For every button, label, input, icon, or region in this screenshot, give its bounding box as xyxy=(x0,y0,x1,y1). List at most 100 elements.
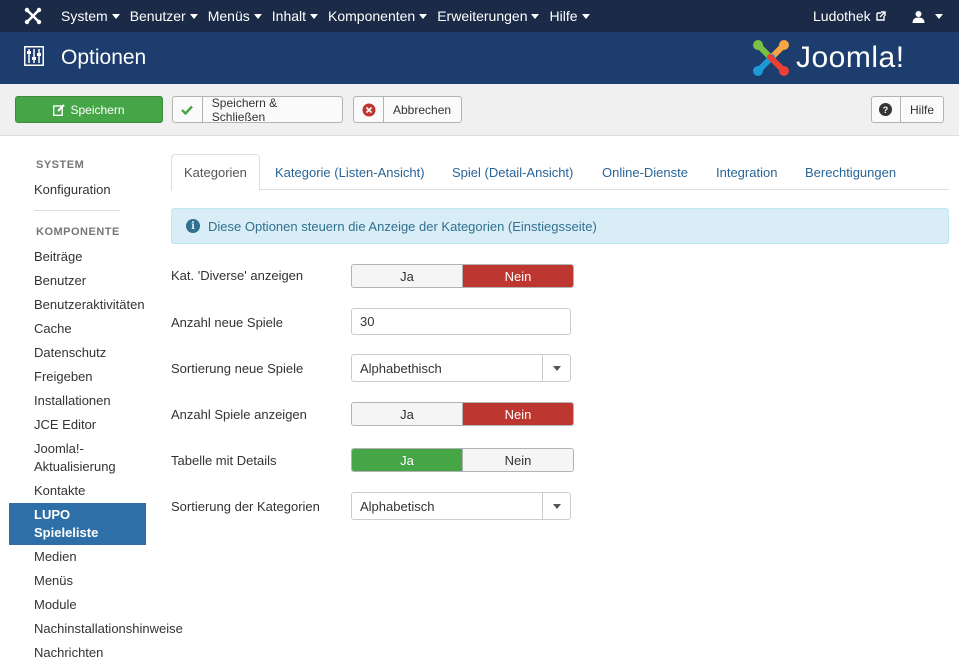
sidebar-item-menus[interactable]: Menüs xyxy=(34,572,73,590)
page-title: Optionen xyxy=(61,46,147,69)
field-label-new-games-count: Anzahl neue Spiele xyxy=(171,315,284,330)
menu-label: Hilfe xyxy=(549,8,578,24)
tab-online-services[interactable]: Online-Dienste xyxy=(590,154,700,190)
top-navbar: System Benutzer Menüs Inhalt Komponenten… xyxy=(0,0,959,32)
sidebar-item-user-actions[interactable]: Benutzeraktivitäten xyxy=(34,296,145,314)
main-menu: System Benutzer Menüs Inhalt Komponenten… xyxy=(61,0,600,32)
show-diverse-toggle: Ja Nein xyxy=(351,264,574,288)
sidebar-item-label: Aktualisierung xyxy=(34,459,116,474)
new-games-count-input[interactable]: 30 xyxy=(351,308,571,335)
toggle-no[interactable]: Nein xyxy=(462,403,573,425)
save-button[interactable]: Speichern xyxy=(15,96,163,123)
chevron-down-icon xyxy=(542,493,570,519)
menu-label: Komponenten xyxy=(328,8,416,24)
sidebar-item-cache[interactable]: Cache xyxy=(34,320,72,338)
check-icon xyxy=(173,97,203,122)
user-menu[interactable] xyxy=(912,0,943,32)
sidebar-item-label: LUPO xyxy=(34,507,71,522)
menu-extensions[interactable]: Erweiterungen xyxy=(437,8,540,24)
toggle-no[interactable]: Nein xyxy=(462,265,573,287)
save-close-label: Speichern & Schließen xyxy=(211,95,278,124)
toggle-yes[interactable]: Ja xyxy=(352,265,462,287)
sidebar-item-label: Spieleliste xyxy=(34,525,99,540)
sidebar-item-joomla-update[interactable]: Joomla!- Aktualisierung xyxy=(34,440,116,476)
sidebar-item-label: Joomla!- xyxy=(34,441,84,456)
menu-components[interactable]: Komponenten xyxy=(328,8,428,24)
field-label-table-details: Tabelle mit Details xyxy=(171,453,277,468)
sidebar-item-articles[interactable]: Beiträge xyxy=(34,248,82,266)
external-link-icon xyxy=(875,11,886,21)
toggle-yes[interactable]: Ja xyxy=(352,449,462,471)
sidebar-item-privacy[interactable]: Datenschutz xyxy=(34,344,106,362)
sidebar-item-configuration[interactable]: Konfiguration xyxy=(34,181,111,199)
sidebar-heading-component: KOMPONENTE xyxy=(36,226,120,238)
tab-category-list-view[interactable]: Kategorie (Listen-Ansicht) xyxy=(263,154,437,190)
caret-down-icon xyxy=(419,13,428,19)
sidebar-item-postinstall[interactable]: Nachinstallationshinweise xyxy=(34,620,183,638)
toolbar: Speichern Speichern & Schließen Abbreche… xyxy=(0,84,959,136)
menu-system[interactable]: System xyxy=(61,8,120,24)
tab-integration[interactable]: Integration xyxy=(704,154,789,190)
cancel-button[interactable]: Abbrechen xyxy=(353,96,462,123)
chevron-down-icon xyxy=(542,355,570,381)
menu-label: Menüs xyxy=(207,8,250,24)
brand-text: Joomla! xyxy=(796,41,905,74)
sidebar-item-lupo-spieleliste[interactable]: LUPO Spieleliste xyxy=(9,503,146,545)
page-header: Optionen Joomla! xyxy=(0,32,959,84)
sidebar-item-messages[interactable]: Nachrichten xyxy=(34,644,103,662)
site-link[interactable]: Ludothek xyxy=(813,0,886,32)
menu-label: Inhalt xyxy=(271,8,307,24)
sidebar-item-jce-editor[interactable]: JCE Editor xyxy=(34,416,96,434)
caret-down-icon xyxy=(189,13,198,19)
joomla-brand-logo: Joomla! xyxy=(752,39,905,77)
tab-game-detail-view[interactable]: Spiel (Detail-Ansicht) xyxy=(440,154,585,190)
cancel-label: Abbrechen xyxy=(393,102,452,117)
caret-down-icon xyxy=(310,13,319,19)
options-sliders-icon xyxy=(24,46,44,66)
select-value: Alphabethisch xyxy=(360,360,442,376)
sidebar-item-modules[interactable]: Module xyxy=(34,596,77,614)
field-label-show-game-count: Anzahl Spiele anzeigen xyxy=(171,407,307,422)
menu-users[interactable]: Benutzer xyxy=(130,8,198,24)
info-icon: i xyxy=(186,219,200,233)
field-label-category-sort: Sortierung der Kategorien xyxy=(171,499,320,514)
user-icon xyxy=(912,10,925,23)
info-alert: i Diese Optionen steuern die Anzeige der… xyxy=(171,208,949,244)
tab-permissions[interactable]: Berechtigungen xyxy=(793,154,908,190)
toggle-yes[interactable]: Ja xyxy=(352,403,462,425)
sidebar-item-media[interactable]: Medien xyxy=(34,548,77,566)
menu-menus[interactable]: Menüs xyxy=(208,8,262,24)
caret-down-icon xyxy=(111,13,120,19)
site-name: Ludothek xyxy=(813,8,871,24)
alert-text: Diese Optionen steuern die Anzeige der K… xyxy=(208,218,597,234)
menu-help[interactable]: Hilfe xyxy=(549,8,590,24)
sidebar-item-checkin[interactable]: Freigeben xyxy=(34,368,93,386)
tab-categories[interactable]: Kategorien xyxy=(171,154,260,191)
help-label: Hilfe xyxy=(909,102,934,117)
joomla-logo-icon[interactable] xyxy=(24,7,42,25)
category-sort-select[interactable]: Alphabetisch xyxy=(351,492,571,520)
caret-down-icon xyxy=(253,13,262,19)
sidebar-heading-system: SYSTEM xyxy=(36,159,85,171)
caret-down-icon xyxy=(581,13,590,19)
sidebar-item-contacts[interactable]: Kontakte xyxy=(34,482,85,500)
new-games-sort-select[interactable]: Alphabethisch xyxy=(351,354,571,382)
sidebar-item-users[interactable]: Benutzer xyxy=(34,272,86,290)
caret-down-icon xyxy=(531,13,540,19)
menu-label: Benutzer xyxy=(129,8,186,24)
cancel-circle-icon xyxy=(354,97,384,122)
caret-down-icon xyxy=(935,13,943,19)
menu-content[interactable]: Inhalt xyxy=(271,8,319,24)
menu-label: Erweiterungen xyxy=(437,8,528,24)
select-value: Alphabetisch xyxy=(360,498,435,514)
sidebar-item-installer[interactable]: Installationen xyxy=(34,392,111,410)
field-label-show-diverse: Kat. 'Diverse' anzeigen xyxy=(171,268,304,283)
help-button[interactable]: ? Hilfe xyxy=(871,96,944,123)
table-details-toggle: Ja Nein xyxy=(351,448,574,472)
options-tabs: Kategorien Kategorie (Listen-Ansicht) Sp… xyxy=(171,154,949,191)
joomla-logo-icon xyxy=(753,40,789,76)
edit-icon xyxy=(53,103,66,116)
toggle-no[interactable]: Nein xyxy=(462,449,573,471)
help-question-icon: ? xyxy=(872,97,901,122)
save-close-button[interactable]: Speichern & Schließen xyxy=(172,95,343,124)
